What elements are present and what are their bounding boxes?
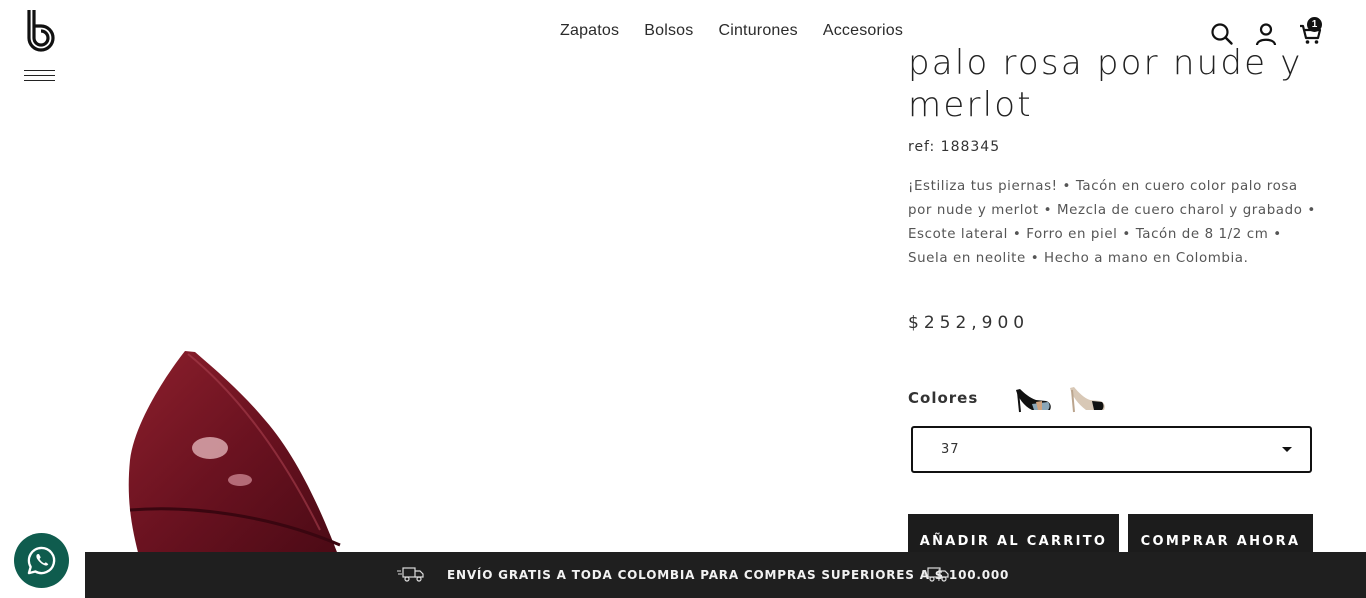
logo-icon [27,10,55,52]
product-price: $252,900 [908,313,1030,333]
nav-item-accesorios[interactable]: Accesorios [823,22,903,40]
whatsapp-button[interactable] [14,533,69,588]
color-swatch-nude-black[interactable] [1066,384,1110,416]
color-swatch-black-blue[interactable] [1012,384,1056,416]
shipping-banner: ENVÍO GRATIS A TODA COLOMBIA PARA COMPRA… [85,552,1366,598]
ref-label: ref: [908,139,936,155]
product-title-line2: merlot [908,85,1033,125]
product-title-line1: palo rosa por nude y [908,43,1303,83]
size-select[interactable]: 37 [911,426,1312,473]
truck-icon [922,565,950,583]
product-title: palo rosa por nude y merlot [908,42,1328,126]
menu-line [24,80,55,81]
product-description: ¡Estiliza tus piernas! • Tacón en cuero … [908,179,1316,266]
size-select-value: 37 [941,442,960,457]
whatsapp-icon [27,546,56,575]
truck-icon [397,565,425,583]
menu-line [24,70,55,71]
product-ref: ref: 188345 [908,139,1000,155]
menu-line [24,75,55,76]
menu-toggle-button[interactable] [24,68,56,84]
nav-item-zapatos[interactable]: Zapatos [560,22,619,40]
ref-value: 188345 [940,139,1001,155]
cart-count-badge: 1 [1307,17,1322,32]
chevron-down-icon [1282,447,1292,452]
nav-item-cinturones[interactable]: Cinturones [718,22,797,40]
colors-label: Colores [908,389,979,407]
nav-item-bolsos[interactable]: Bolsos [644,22,693,40]
product-image[interactable] [100,330,360,560]
brand-logo[interactable] [24,8,58,56]
main-nav: Zapatos Bolsos Cinturones Accesorios [560,22,903,40]
